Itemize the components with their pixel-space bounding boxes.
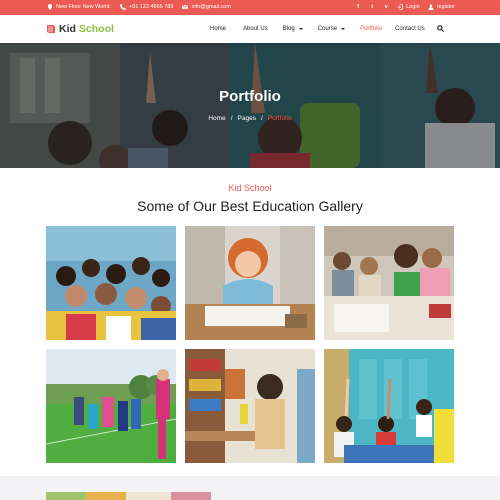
phone-icon — [119, 4, 126, 10]
nav-item-blog[interactable]: Blog — [283, 25, 303, 32]
section-subtitle: Kid School — [228, 183, 272, 193]
logo-text-kid: Kid — [59, 23, 76, 35]
twitter-icon[interactable]: t — [369, 4, 375, 10]
gallery-item[interactable] — [324, 349, 454, 463]
logo-text-school: School — [78, 23, 114, 35]
gallery-item[interactable] — [46, 226, 176, 340]
caret-down-icon — [341, 27, 346, 30]
address-item: New Floor New World. — [47, 4, 111, 10]
gallery-item[interactable] — [324, 226, 454, 340]
section-title: Some of Our Best Education Gallery — [137, 198, 363, 214]
main-navigation: Kid School Home About Us Blog Course Por… — [0, 15, 500, 43]
register-link[interactable]: register — [428, 4, 455, 10]
phone-text: +91 123 4565 789 — [128, 4, 174, 10]
page-title: Portfolio — [219, 88, 281, 105]
kids-in-playroom-photo — [185, 349, 315, 463]
group-of-kids-photo — [46, 226, 176, 340]
gallery-item[interactable] — [185, 349, 315, 463]
login-link[interactable]: Login — [397, 4, 420, 10]
next-section-image — [46, 491, 211, 500]
search-icon[interactable] — [436, 25, 444, 32]
breadcrumb-pages[interactable]: Pages — [238, 115, 256, 122]
phone-item[interactable]: +91 123 4565 789 — [119, 4, 174, 10]
next-section-strip — [0, 476, 500, 500]
kids-art-photo — [46, 492, 211, 500]
kids-in-classroom-photo — [324, 226, 454, 340]
nav-item-course[interactable]: Course — [318, 25, 346, 32]
gallery-item[interactable] — [46, 349, 176, 463]
nav-item-home[interactable]: Home — [210, 25, 226, 32]
kids-playing-outdoors-photo — [46, 349, 176, 463]
nav-menu: Home About Us Blog Course Portfolio Cont… — [210, 25, 444, 32]
location-icon — [47, 4, 53, 10]
classroom-raised-hands-photo — [324, 349, 454, 463]
caret-down-icon — [298, 27, 303, 30]
top-bar: New Floor New World. +91 123 4565 789 in… — [0, 0, 500, 15]
nav-item-about-us[interactable]: About Us — [243, 25, 268, 32]
breadcrumb-home[interactable]: Home — [208, 115, 225, 122]
breadcrumb-separator: / — [230, 115, 233, 122]
facebook-icon[interactable]: f — [355, 4, 361, 10]
hero-overlay — [0, 43, 500, 168]
address-text: New Floor New World. — [56, 4, 111, 10]
girl-drawing-photo — [185, 226, 315, 340]
register-text: register — [436, 4, 455, 10]
email-item[interactable]: info@gmail.com — [182, 4, 231, 10]
vimeo-icon[interactable]: v — [383, 4, 389, 10]
gallery-item[interactable] — [185, 226, 315, 340]
book-icon — [47, 25, 55, 33]
nav-item-portfolio[interactable]: Portfolio — [360, 25, 382, 32]
envelope-icon — [182, 4, 189, 9]
login-text: Login — [406, 4, 420, 10]
user-icon — [428, 4, 434, 10]
breadcrumb-separator: / — [260, 115, 263, 122]
breadcrumb: Home / Pages / Portfolio — [0, 115, 500, 122]
email-text: info@gmail.com — [191, 4, 231, 10]
page-hero-banner: Portfolio Home / Pages / Portfolio — [0, 43, 500, 168]
site-logo[interactable]: Kid School — [46, 23, 114, 35]
nav-item-contact-us[interactable]: Contact Us — [395, 25, 425, 32]
login-icon — [397, 4, 403, 10]
breadcrumb-current: Portfolio — [267, 115, 292, 122]
